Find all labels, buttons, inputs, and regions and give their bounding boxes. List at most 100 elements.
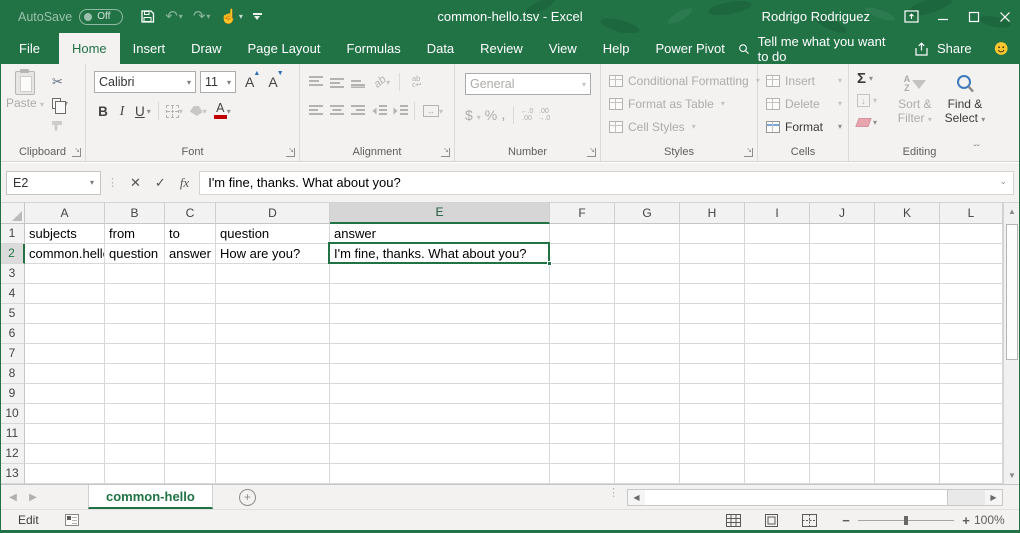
expand-formula-bar-icon[interactable]: ⌄ <box>999 176 1007 187</box>
cell-A2[interactable]: common.hello <box>25 244 105 264</box>
cell-G8[interactable] <box>615 364 680 384</box>
cell-C2[interactable]: answer <box>165 244 216 264</box>
cell-F10[interactable] <box>550 404 615 424</box>
underline-button[interactable]: U▾ <box>132 100 154 122</box>
cell-D5[interactable] <box>216 304 330 324</box>
feedback-smiley-icon[interactable] <box>994 40 1008 57</box>
cell-K13[interactable] <box>875 464 940 484</box>
cell-D3[interactable] <box>216 264 330 284</box>
cell-E13[interactable] <box>330 464 550 484</box>
cell-D6[interactable] <box>216 324 330 344</box>
cell-C7[interactable] <box>165 344 216 364</box>
cell-I8[interactable] <box>745 364 810 384</box>
sheet-tab[interactable]: common-hello <box>88 485 213 509</box>
cell-I11[interactable] <box>745 424 810 444</box>
cell-C3[interactable] <box>165 264 216 284</box>
cell-C6[interactable] <box>165 324 216 344</box>
cell-H4[interactable] <box>680 284 745 304</box>
cell-H7[interactable] <box>680 344 745 364</box>
column-header-D[interactable]: D <box>216 203 330 224</box>
align-bottom-button[interactable] <box>348 71 368 93</box>
cell-B13[interactable] <box>105 464 165 484</box>
cell-E3[interactable] <box>330 264 550 284</box>
vertical-scrollbar[interactable]: ▲ ▼ <box>1003 203 1020 484</box>
cell-C12[interactable] <box>165 444 216 464</box>
cell-F11[interactable] <box>550 424 615 444</box>
cell-G1[interactable] <box>615 224 680 244</box>
cell-G6[interactable] <box>615 324 680 344</box>
cell-J3[interactable] <box>810 264 875 284</box>
cell-L5[interactable] <box>940 304 1003 324</box>
cell-G11[interactable] <box>615 424 680 444</box>
fill-button[interactable]: ↓▾ <box>857 91 890 109</box>
cell-F12[interactable] <box>550 444 615 464</box>
cell-K1[interactable] <box>875 224 940 244</box>
accounting-format-button[interactable]: $ ▾ <box>465 107 481 123</box>
increase-decimal-button[interactable]: ←.0.00 <box>521 108 534 122</box>
column-header-F[interactable]: F <box>550 203 615 224</box>
cell-K9[interactable] <box>875 384 940 404</box>
cell-L11[interactable] <box>940 424 1003 444</box>
cell-J1[interactable] <box>810 224 875 244</box>
format-cells-button[interactable]: Format▾ <box>758 115 848 138</box>
tab-view[interactable]: View <box>536 33 590 64</box>
cell-E8[interactable] <box>330 364 550 384</box>
cell-F4[interactable] <box>550 284 615 304</box>
cell-C11[interactable] <box>165 424 216 444</box>
row-header-3[interactable]: 3 <box>0 264 25 284</box>
format-as-table-button[interactable]: Format as Table▾ <box>601 92 757 115</box>
cell-A11[interactable] <box>25 424 105 444</box>
cell-G10[interactable] <box>615 404 680 424</box>
cell-J9[interactable] <box>810 384 875 404</box>
cell-A9[interactable] <box>25 384 105 404</box>
tab-page-layout[interactable]: Page Layout <box>235 33 334 64</box>
cell-G13[interactable] <box>615 464 680 484</box>
merge-center-button[interactable]: ↔▾ <box>419 100 447 122</box>
cell-K2[interactable] <box>875 244 940 264</box>
align-middle-button[interactable] <box>327 71 347 93</box>
cell-I5[interactable] <box>745 304 810 324</box>
page-layout-view-button[interactable] <box>752 514 790 527</box>
cell-B10[interactable] <box>105 404 165 424</box>
cell-H1[interactable] <box>680 224 745 244</box>
conditional-formatting-button[interactable]: Conditional Formatting▾ <box>601 69 757 92</box>
styles-dialog-launcher[interactable]: ↘ <box>744 148 753 157</box>
cell-L3[interactable] <box>940 264 1003 284</box>
cell-A5[interactable] <box>25 304 105 324</box>
grow-font-button[interactable]: A▲ <box>240 74 259 90</box>
cell-D13[interactable] <box>216 464 330 484</box>
cell-F3[interactable] <box>550 264 615 284</box>
row-header-9[interactable]: 9 <box>0 384 25 404</box>
column-header-A[interactable]: A <box>25 203 105 224</box>
cell-C9[interactable] <box>165 384 216 404</box>
cell-K11[interactable] <box>875 424 940 444</box>
cell-B6[interactable] <box>105 324 165 344</box>
cell-J10[interactable] <box>810 404 875 424</box>
cell-E12[interactable] <box>330 444 550 464</box>
bold-button[interactable]: B <box>94 100 112 122</box>
font-color-button[interactable]: A ▾ <box>211 100 234 122</box>
select-all-corner[interactable] <box>0 203 25 224</box>
cell-K3[interactable] <box>875 264 940 284</box>
cell-L1[interactable] <box>940 224 1003 244</box>
enter-entry-button[interactable]: ✓ <box>155 175 166 191</box>
format-painter-button[interactable] <box>52 117 68 134</box>
cell-K12[interactable] <box>875 444 940 464</box>
cell-G12[interactable] <box>615 444 680 464</box>
touch-mouse-mode-button[interactable]: ☝▾ <box>217 4 245 30</box>
cell-H12[interactable] <box>680 444 745 464</box>
tab-insert[interactable]: Insert <box>120 33 179 64</box>
cell-C8[interactable] <box>165 364 216 384</box>
cell-C10[interactable] <box>165 404 216 424</box>
wrap-text-button[interactable]: abc↵ <box>404 71 430 93</box>
customize-qat-button[interactable] <box>250 4 265 30</box>
cell-F2[interactable] <box>550 244 615 264</box>
cell-J5[interactable] <box>810 304 875 324</box>
zoom-slider[interactable] <box>858 520 954 521</box>
column-header-E[interactable]: E <box>330 203 550 224</box>
cell-L13[interactable] <box>940 464 1003 484</box>
cell-L9[interactable] <box>940 384 1003 404</box>
cell-C4[interactable] <box>165 284 216 304</box>
cell-L10[interactable] <box>940 404 1003 424</box>
cell-B4[interactable] <box>105 284 165 304</box>
